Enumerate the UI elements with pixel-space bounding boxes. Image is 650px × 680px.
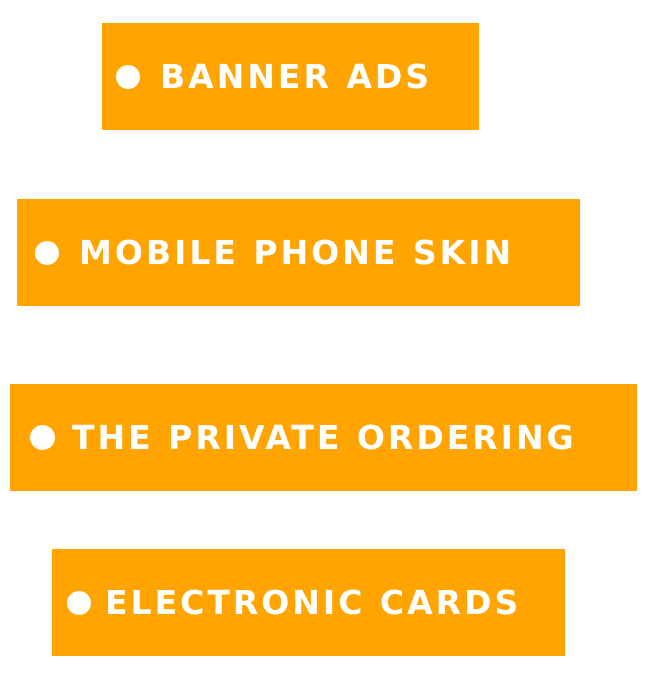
tag-mobile-phone-skin: MOBILE PHONE SKIN [17, 199, 580, 306]
bullet-dot-icon [35, 240, 59, 265]
bullet-dot-icon [67, 590, 91, 615]
tag-label: ELECTRONIC CARDS [105, 583, 522, 622]
bullet-dot-icon [30, 425, 55, 450]
tag-electronic-cards: ELECTRONIC CARDS [52, 549, 565, 656]
tag-banner-ads: BANNER ADS [102, 23, 479, 130]
tag-label: BANNER ADS [160, 57, 433, 96]
bullet-dot-icon [116, 64, 140, 89]
tag-label: MOBILE PHONE SKIN [79, 233, 515, 272]
tag-label: THE PRIVATE ORDERING [72, 418, 577, 457]
tag-the-private-ordering: THE PRIVATE ORDERING [10, 384, 637, 491]
